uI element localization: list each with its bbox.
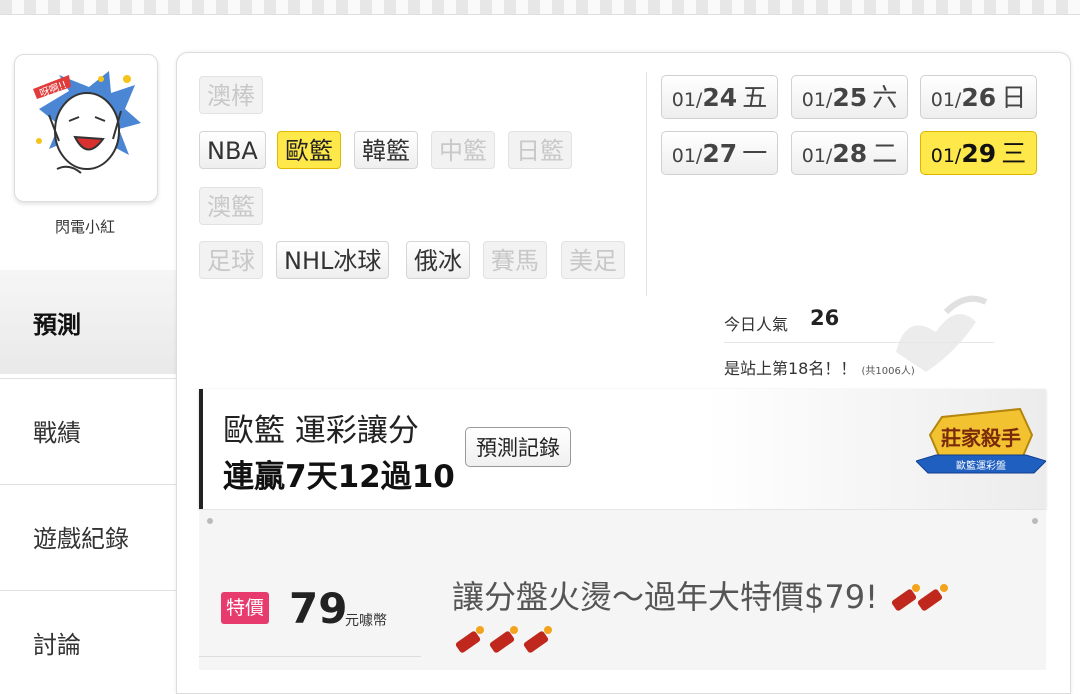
side-menu-record[interactable]: 戰績 (0, 378, 176, 482)
popularity-label: 今日人氣 (724, 315, 789, 334)
sport-tag-jp-basketball[interactable]: 日籃 (508, 131, 572, 169)
date-day: 26 (961, 83, 997, 112)
badge-sub-text: 歐籃運彩盤 (956, 459, 1006, 472)
offer-title-text: 讓分盤火燙～過年大特價$79! (452, 578, 878, 616)
popularity-value: 26 (810, 306, 840, 330)
panel-divider (646, 72, 647, 296)
date-day: 29 (961, 139, 997, 168)
date-day: 25 (832, 83, 868, 112)
side-menu-label: 遊戲紀錄 (33, 525, 129, 553)
sport-tag-horse-racing[interactable]: 賽馬 (483, 241, 547, 279)
sport-tag-ru-hockey[interactable]: 俄冰 (406, 241, 470, 279)
offer-divider (199, 656, 421, 657)
date-weekday: 六 (872, 83, 898, 112)
date-month: 01/ (671, 145, 703, 167)
date-weekday: 二 (872, 139, 898, 168)
side-menu-discussion[interactable]: 討論 (0, 590, 176, 694)
date-month: 01/ (801, 145, 833, 167)
sport-tag-nba[interactable]: NBA (199, 131, 266, 169)
rank-text: 是站上第18名！！ (共1006人) (724, 355, 915, 379)
date-month: 01/ (930, 145, 962, 167)
sport-tag-au-basketball[interactable]: 澳籃 (199, 187, 263, 225)
sport-tag-nhl[interactable]: NHL冰球 (276, 241, 390, 279)
date-day: 24 (702, 83, 738, 112)
date-button[interactable]: 01/27 一 (661, 131, 778, 175)
firecracker-icon (892, 584, 949, 611)
date-button-selected[interactable]: 01/29 三 (920, 131, 1037, 175)
decorative-top-border (0, 0, 1080, 15)
side-menu-predict[interactable]: 預測 (0, 270, 176, 374)
user-avatar[interactable]: 呀啊!! (14, 54, 158, 202)
sport-tag-kr-basketball[interactable]: 韓籃 (354, 131, 418, 169)
sport-tag-au-baseball[interactable]: 澳棒 (199, 76, 263, 114)
popularity-divider (724, 342, 994, 343)
sport-tag-soccer[interactable]: 足球 (199, 241, 263, 279)
date-weekday: 三 (1001, 139, 1027, 168)
sport-tag-eu-basketball[interactable]: 歐籃 (277, 131, 341, 169)
date-button[interactable]: 01/25 六 (791, 75, 908, 119)
username: 閃電小紅 (54, 218, 115, 236)
banner-streak: 連贏7天12過10 (223, 459, 455, 495)
pin-icon (1032, 518, 1038, 524)
date-weekday: 日 (1001, 83, 1027, 112)
rank-label: 是站上第18名！！ (724, 359, 857, 378)
side-menu-label: 戰績 (33, 419, 81, 447)
offer-price: 79 (289, 584, 348, 633)
date-button[interactable]: 01/28 二 (791, 131, 908, 175)
side-menu-game-history[interactable]: 遊戲紀錄 (0, 484, 176, 588)
side-menu-label: 預測 (33, 310, 81, 339)
date-weekday: 五 (742, 83, 768, 112)
sport-tag-cn-basketball[interactable]: 中籃 (431, 131, 495, 169)
avatar-character-icon: 呀啊!! (29, 69, 143, 185)
offer-price-unit: 元噱幣 (345, 613, 387, 629)
rank-total: (共1006人) (861, 366, 915, 377)
date-month: 01/ (801, 89, 833, 111)
prediction-record-button[interactable]: 預測記錄 (465, 427, 571, 467)
date-month: 01/ (930, 89, 962, 111)
date-day: 28 (832, 139, 868, 168)
special-offer-card[interactable]: 特價 79 元噱幣 讓分盤火燙～過年大特價$79! (199, 509, 1046, 670)
special-price-tag: 特價 (221, 592, 270, 624)
pin-icon (207, 518, 213, 524)
date-button[interactable]: 01/24 五 (661, 75, 778, 119)
date-button[interactable]: 01/26 日 (920, 75, 1037, 119)
date-weekday: 一 (742, 139, 768, 168)
sport-tag-american-football[interactable]: 美足 (561, 241, 625, 279)
firecracker-icon (455, 626, 552, 653)
badge-main-text: 莊家殺手 (941, 426, 1021, 450)
dealer-killer-badge-icon: 莊家殺手 歐籃運彩盤 (916, 407, 1046, 474)
offer-title: 讓分盤火燙～過年大特價$79! (452, 572, 954, 618)
prediction-banner: 歐籃 運彩讓分 連贏7天12過10 預測記錄 莊家殺手 歐籃運彩盤 (199, 389, 1046, 509)
banner-title: 歐籃 運彩讓分 (223, 413, 419, 449)
side-menu-label: 討論 (33, 631, 81, 659)
date-day: 27 (702, 139, 738, 168)
date-month: 01/ (671, 89, 703, 111)
